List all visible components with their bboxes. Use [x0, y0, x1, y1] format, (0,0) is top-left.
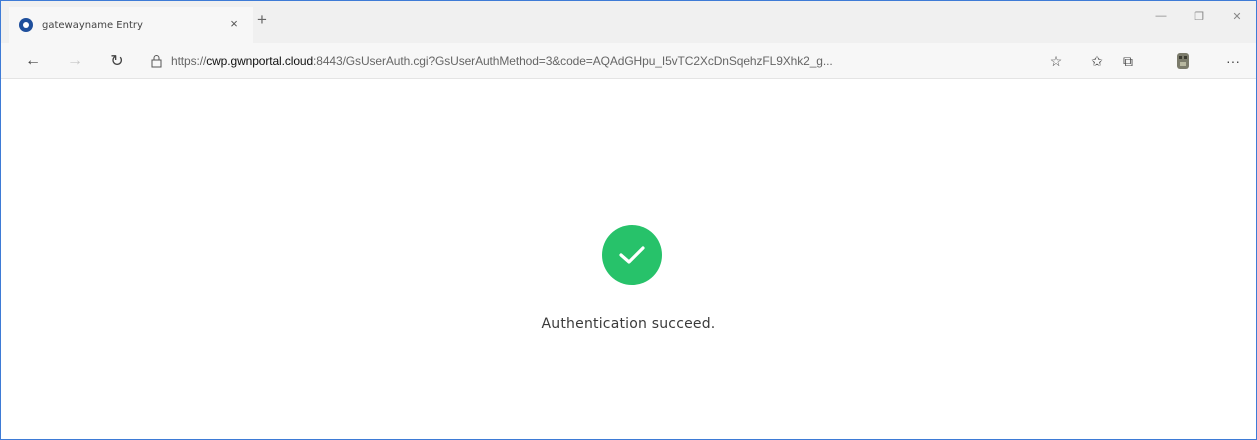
back-button[interactable]: ← — [23, 51, 43, 71]
url-host: cwp.gwnportal.cloud — [206, 54, 314, 68]
tab-strip: gatewayname Entry × + — ❐ ✕ — [1, 1, 1256, 43]
browser-tab[interactable]: gatewayname Entry × — [9, 7, 253, 43]
edge-logo-icon — [19, 18, 33, 32]
browser-window: gatewayname Entry × + — ❐ ✕ ← → ↻ https:… — [0, 0, 1257, 440]
url-scheme: https:// — [171, 54, 207, 68]
restore-button[interactable]: ❐ — [1180, 1, 1218, 31]
minimize-button[interactable]: — — [1142, 1, 1180, 31]
tab-close-button[interactable]: × — [227, 17, 241, 31]
address-bar[interactable]: https://cwp.gwnportal.cloud:8443/GsUserA… — [171, 54, 1041, 68]
profile-avatar[interactable] — [1173, 51, 1193, 71]
lock-icon — [151, 55, 162, 68]
url-path: :8443/GsUserAuth.cgi?GsUserAuthMethod=3&… — [313, 54, 833, 68]
page-content: Authentication succeed. — [1, 80, 1256, 439]
more-menu-button[interactable]: ··· — [1223, 51, 1243, 71]
address-toolbar: ← → ↻ https://cwp.gwnportal.cloud:8443/G… — [1, 43, 1256, 79]
tab-title: gatewayname Entry — [42, 19, 143, 31]
auth-status-message: Authentication succeed. — [541, 316, 716, 332]
check-circle-icon — [602, 225, 662, 285]
collections-icon[interactable]: ⧉ — [1118, 51, 1138, 71]
checkmark-icon — [619, 246, 645, 264]
new-tab-button[interactable]: + — [253, 11, 271, 29]
window-controls: — ❐ ✕ — [1142, 1, 1256, 31]
favorites-hub-icon[interactable]: ✩ — [1087, 51, 1107, 71]
close-window-button[interactable]: ✕ — [1218, 1, 1256, 31]
favorite-star-icon[interactable]: ☆ — [1046, 51, 1066, 71]
profile-icon — [1177, 53, 1189, 69]
refresh-button[interactable]: ↻ — [107, 51, 127, 71]
forward-button[interactable]: → — [65, 51, 85, 71]
